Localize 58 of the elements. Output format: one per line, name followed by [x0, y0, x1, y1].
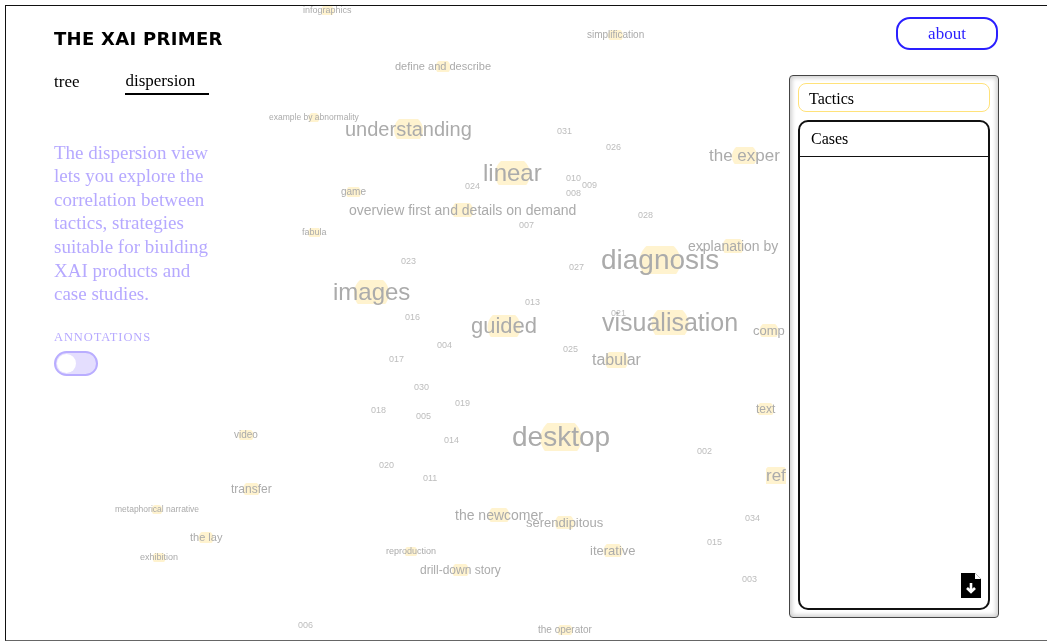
annotations-toggle[interactable] [54, 350, 98, 376]
term-label[interactable]: text [756, 403, 776, 416]
case-number[interactable]: 016 [405, 313, 421, 323]
case-number[interactable]: 007 [519, 221, 535, 231]
app-title: THE XAI PRIMER [54, 27, 223, 51]
tactics-field[interactable]: Tactics [798, 83, 990, 112]
term-label[interactable]: the lay [190, 531, 223, 543]
term-label[interactable]: infographics [303, 6, 352, 16]
term-label[interactable]: metaphorical narrative [115, 505, 200, 514]
case-number[interactable]: 015 [707, 538, 723, 548]
case-number[interactable]: 024 [465, 182, 481, 192]
case-number[interactable]: 023 [401, 257, 417, 267]
download-file-icon[interactable] [961, 573, 981, 598]
term-label[interactable]: transfer [231, 483, 272, 496]
annotations-label: ANNOTATIONS [54, 328, 153, 346]
case-number[interactable]: 009 [582, 181, 598, 191]
term-label[interactable]: example by abnormality [269, 113, 359, 122]
case-number[interactable]: 004 [437, 341, 453, 351]
view-tab[interactable]: tree [54, 72, 80, 95]
term-label[interactable]: linear [483, 160, 542, 185]
term-label[interactable]: overview first and details on demand [349, 203, 577, 218]
case-number[interactable]: 011 [423, 474, 438, 484]
term-label[interactable]: ref [766, 466, 786, 484]
case-number[interactable]: 034 [745, 514, 761, 524]
case-number[interactable]: 002 [697, 447, 713, 457]
case-number[interactable]: 017 [389, 355, 405, 365]
case-number[interactable]: 018 [371, 406, 387, 416]
case-number[interactable]: 005 [416, 412, 432, 422]
term-label[interactable]: comp [753, 323, 785, 337]
term-label[interactable]: the exper [709, 146, 780, 164]
description-text: The dispersion view lets you explore the correlation between tactics, strategies suitable for biulding XAI products and case studies. [54, 140, 210, 306]
cases-header: Cases [800, 122, 988, 157]
case-number[interactable]: 025 [563, 345, 579, 355]
case-number[interactable]: 014 [444, 436, 460, 446]
term-label[interactable]: iterative [590, 543, 636, 557]
term-label[interactable]: drill-down story [420, 564, 501, 577]
case-number[interactable]: 027 [569, 263, 585, 273]
case-number[interactable]: 019 [455, 399, 471, 409]
term-label[interactable]: tabular [592, 352, 641, 369]
term-label[interactable]: the operator [538, 624, 592, 635]
case-number[interactable]: 020 [379, 461, 395, 471]
case-number[interactable]: 031 [557, 127, 573, 137]
term-label[interactable]: images [333, 279, 411, 304]
term-label[interactable]: exhibition [140, 553, 179, 563]
term-label[interactable]: video [234, 429, 258, 440]
term-label[interactable]: reproduction [386, 547, 437, 557]
term-label[interactable]: simplification [587, 29, 645, 40]
case-number[interactable]: 010 [566, 174, 582, 184]
case-number[interactable]: 026 [606, 143, 622, 153]
term-label[interactable]: desktop [512, 422, 611, 451]
case-number[interactable]: 028 [638, 211, 654, 221]
term-label[interactable]: guided [471, 314, 538, 337]
about-button[interactable]: about [896, 17, 998, 50]
term-label[interactable]: fabula [302, 228, 327, 238]
term-label[interactable]: define and describe [395, 60, 491, 72]
term-label[interactable]: game [341, 186, 366, 197]
view-tab[interactable]: dispersion [125, 72, 210, 95]
case-number[interactable]: 013 [525, 298, 541, 308]
